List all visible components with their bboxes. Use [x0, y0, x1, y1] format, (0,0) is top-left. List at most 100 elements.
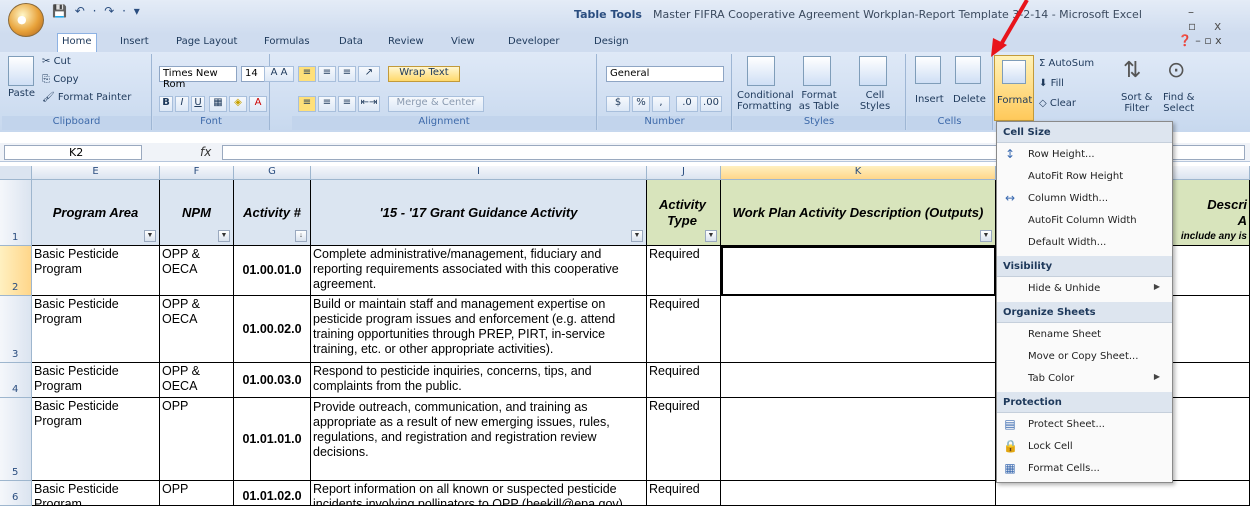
insert-cells-button[interactable]: Insert [915, 94, 944, 105]
cell-activity-4[interactable]: 01.00.03.0 [234, 363, 311, 398]
indent-button[interactable]: ⇤⇥ [358, 96, 380, 112]
column-header-k[interactable]: K [721, 166, 996, 180]
cell-activity-2[interactable]: 01.00.01.0 [234, 246, 311, 296]
tab-design[interactable]: Design [590, 34, 633, 49]
sort-dropdown-icon[interactable]: ↓ [295, 230, 307, 242]
font-name-combo[interactable]: Times New Rom [159, 66, 237, 90]
row-header-5[interactable]: 5 [0, 398, 32, 481]
cell-guidance-5[interactable]: Provide outreach, communication, and tra… [311, 398, 647, 481]
menu-autofit-row-height[interactable]: AutoFit Row Height [997, 166, 1172, 188]
tab-developer[interactable]: Developer [504, 34, 563, 49]
tab-view[interactable]: View [447, 34, 479, 49]
increase-decimal-button[interactable]: .0 [676, 96, 698, 112]
column-header-e[interactable]: E [32, 166, 160, 180]
cell-guidance-3[interactable]: Build or maintain staff and management e… [311, 296, 647, 363]
row-header-1[interactable]: 1 [0, 180, 32, 246]
menu-tab-color[interactable]: Tab Color ▶ [997, 368, 1172, 390]
italic-button[interactable]: I [175, 96, 189, 112]
filter-dropdown-icon[interactable]: ▼ [218, 230, 230, 242]
number-format-combo[interactable]: General [606, 66, 724, 82]
comma-button[interactable]: , [652, 96, 670, 112]
align-left-button[interactable]: ≡ [298, 96, 316, 112]
cell-activity-6[interactable]: 01.01.02.0 [234, 481, 311, 506]
window-controls[interactable]: –▫x [1188, 5, 1250, 33]
row-header-6[interactable]: 6 [0, 481, 32, 506]
select-all-corner[interactable] [0, 166, 32, 180]
menu-protect-sheet[interactable]: ▤ Protect Sheet... [997, 414, 1172, 436]
header-program-area[interactable]: Program Area ▼ [32, 180, 160, 246]
menu-lock-cell[interactable]: 🔒 Lock Cell [997, 436, 1172, 458]
font-color-button[interactable]: A [249, 96, 267, 112]
tab-formulas[interactable]: Formulas [260, 34, 314, 49]
column-header-g[interactable]: G [234, 166, 311, 180]
delete-cells-button[interactable]: Delete [953, 94, 986, 105]
tab-page-layout[interactable]: Page Layout [172, 34, 241, 49]
copy-button[interactable]: ⎘ Copy [42, 74, 79, 85]
wrap-text-button[interactable]: Wrap Text [388, 66, 460, 82]
sort-filter-button[interactable]: Sort & Filter [1121, 92, 1152, 114]
filter-dropdown-icon[interactable]: ▼ [980, 230, 992, 242]
cell-right-3[interactable] [1173, 296, 1250, 363]
cell-right-6[interactable] [996, 481, 1250, 506]
currency-button[interactable]: $ [606, 96, 630, 112]
header-guidance[interactable]: '15 - '17 Grant Guidance Activity ▼ [311, 180, 647, 246]
cell-right-2[interactable] [1173, 246, 1250, 296]
cell-right-4[interactable] [1173, 363, 1250, 398]
tab-review[interactable]: Review [384, 34, 428, 49]
filter-dropdown-icon[interactable]: ▼ [705, 230, 717, 242]
decrease-decimal-button[interactable]: .00 [700, 96, 722, 112]
delete-cells-icon[interactable] [955, 56, 981, 84]
cut-button[interactable]: ✂ Cut [42, 56, 71, 67]
find-select-button[interactable]: Find & Select [1163, 92, 1194, 114]
align-bottom-button[interactable]: ≡ [338, 66, 356, 82]
menu-row-height[interactable]: ↕ Row Height... [997, 144, 1172, 166]
cell-k2-selected[interactable] [721, 246, 996, 296]
orientation-button[interactable]: ↗ [358, 66, 380, 82]
name-box[interactable]: K2 [4, 145, 142, 160]
border-button[interactable]: ▦ [209, 96, 227, 112]
filter-dropdown-icon[interactable]: ▼ [144, 230, 156, 242]
row-header-4[interactable]: 4 [0, 363, 32, 398]
header-workplan[interactable]: Work Plan Activity Description (Outputs)… [721, 180, 996, 246]
cell-program-5[interactable]: Basic Pesticide Program [32, 398, 160, 481]
cell-activity-5[interactable]: 01.01.01.0 [234, 398, 311, 481]
filter-dropdown-icon[interactable]: ▼ [631, 230, 643, 242]
format-button[interactable]: Format [994, 55, 1034, 121]
column-header-i[interactable]: I [311, 166, 647, 180]
cell-npm-5[interactable]: OPP [160, 398, 234, 481]
header-activity-type[interactable]: Activity Type ▼ [647, 180, 721, 246]
menu-autofit-column-width[interactable]: AutoFit Column Width [997, 210, 1172, 232]
align-middle-button[interactable]: ≡ [318, 66, 336, 82]
cell-k5[interactable] [721, 398, 996, 481]
header-activity-number[interactable]: Activity # ↓ [234, 180, 311, 246]
cell-type-5[interactable]: Required [647, 398, 721, 481]
format-painter-button[interactable]: 🖌 Format Painter [42, 92, 131, 103]
cell-styles-icon[interactable] [859, 56, 887, 86]
column-header-f[interactable]: F [160, 166, 234, 180]
help-icon[interactable]: ❓ – ▫ x [1178, 34, 1222, 47]
fill-button[interactable]: ⬇ Fill [1039, 78, 1064, 89]
tab-home[interactable]: Home [57, 33, 97, 53]
cell-styles-button[interactable]: Cell Styles [855, 90, 895, 112]
conditional-formatting-button[interactable]: Conditional Formatting [737, 90, 794, 112]
cell-program-6[interactable]: Basic Pesticide Program [32, 481, 160, 506]
conditional-formatting-icon[interactable] [747, 56, 775, 86]
align-center-button[interactable]: ≡ [318, 96, 336, 112]
cell-type-4[interactable]: Required [647, 363, 721, 398]
menu-move-copy-sheet[interactable]: Move or Copy Sheet... [997, 346, 1172, 368]
cell-k3[interactable] [721, 296, 996, 363]
cell-guidance-6[interactable]: Report information on all known or suspe… [311, 481, 647, 506]
align-right-button[interactable]: ≡ [338, 96, 356, 112]
menu-column-width[interactable]: ↔ Column Width... [997, 188, 1172, 210]
paste-button[interactable]: Paste [8, 88, 35, 99]
office-button[interactable]: ● [8, 3, 44, 37]
quick-access-toolbar[interactable]: 💾 ↶ · ↷ · ▾ [52, 4, 142, 18]
tab-data[interactable]: Data [335, 34, 367, 49]
insert-cells-icon[interactable] [915, 56, 941, 84]
underline-button[interactable]: U [191, 96, 205, 112]
align-top-button[interactable]: ≡ [298, 66, 316, 82]
tab-insert[interactable]: Insert [116, 34, 153, 49]
clear-button[interactable]: ◇ Clear [1039, 98, 1076, 109]
menu-hide-unhide[interactable]: Hide & Unhide ▶ [997, 278, 1172, 300]
cell-type-2[interactable]: Required [647, 246, 721, 296]
